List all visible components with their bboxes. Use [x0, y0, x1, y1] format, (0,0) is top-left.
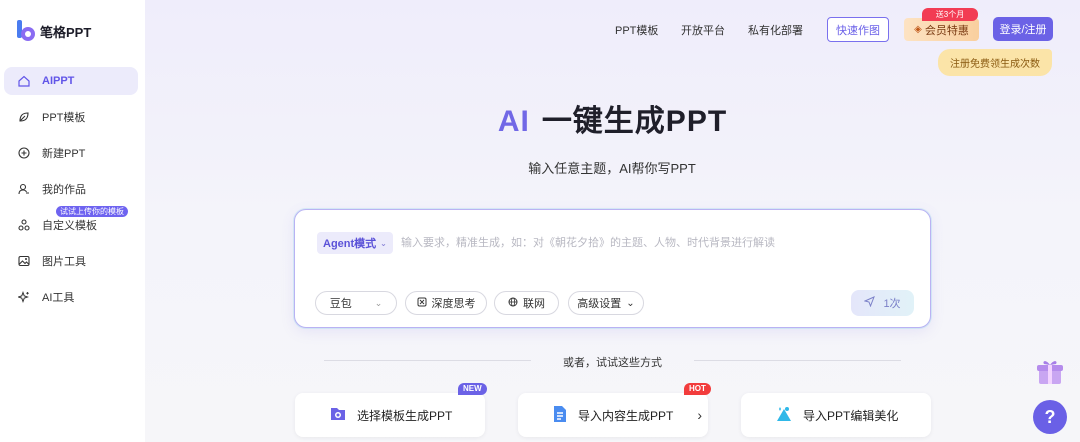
chevron-right-icon: ›: [697, 407, 703, 423]
option-label: 选择模板生成PPT: [357, 408, 453, 423]
sidebar-item-aippt[interactable]: AIPPT: [4, 67, 138, 95]
chevron-down-icon: ⌄: [374, 297, 383, 308]
model-select[interactable]: 豆包 ⌄: [315, 291, 397, 315]
sidebar-item-label: 我的作品: [42, 184, 86, 196]
sidebar-item-custom-templates[interactable]: 自定义模板: [4, 211, 138, 239]
prompt-composer: Agent模式 ⌄ 豆包 ⌄ 深度思考 联网 高级设置 ⌄ 1次: [294, 209, 931, 328]
sidebar-item-label: 图片工具: [42, 256, 86, 268]
prompt-input[interactable]: [401, 232, 901, 254]
hero-title-rest: 一键生成PPT: [541, 105, 728, 138]
sidebar-item-label: AIPPT: [42, 75, 75, 87]
brand-logo-icon: [17, 20, 35, 41]
divider-left: [324, 360, 531, 361]
sidebar-item-ai-tools[interactable]: AI工具: [4, 283, 138, 311]
deep-think-label: 深度思考: [431, 298, 476, 310]
send-button[interactable]: 1次: [851, 290, 914, 316]
image-icon: [18, 255, 30, 267]
hero-title: AI 一键生成PPT: [0, 96, 1080, 140]
header-link-ppt-templates[interactable]: PPT模板: [615, 22, 658, 38]
member-offer-label: 会员特惠: [924, 24, 969, 37]
sidebar-item-new-ppt[interactable]: 新建PPT: [4, 139, 138, 167]
globe-icon: [508, 297, 518, 310]
quick-design-button[interactable]: 快速作图: [827, 17, 889, 42]
alternatives-label: 或者，试试这些方式: [563, 357, 662, 369]
new-badge: NEW: [458, 383, 487, 395]
template-icon: [329, 405, 347, 426]
deep-think-icon: [417, 297, 427, 310]
hot-badge: HOT: [684, 383, 711, 395]
option-label: 导入PPT编辑美化: [803, 408, 899, 423]
agent-mode-label: Agent模式: [323, 238, 377, 250]
basket-icon: ◈: [914, 24, 922, 35]
deep-think-toggle[interactable]: 深度思考: [405, 291, 487, 315]
option-import-ppt-beautify[interactable]: 导入PPT编辑美化: [741, 393, 931, 437]
plus-circle-icon: [18, 147, 30, 159]
sidebar: 笔格PPT AIPPT PPT模板 新建PPT 我的作品 试试上传你的模板 自定…: [0, 0, 145, 442]
hero-title-ai: AI: [497, 105, 530, 138]
divider-right: [694, 360, 901, 361]
sidebar-item-label: 自定义模板: [42, 220, 97, 232]
option-template-generate[interactable]: 选择模板生成PPT: [295, 393, 485, 437]
home-icon: [18, 75, 30, 87]
send-icon: [863, 296, 876, 310]
sidebar-item-my-works[interactable]: 我的作品: [4, 175, 138, 203]
sparkle-icon: [18, 291, 30, 303]
model-select-label: 豆包: [329, 298, 352, 310]
send-count: 1次: [883, 298, 901, 310]
web-search-label: 联网: [523, 298, 545, 310]
sidebar-item-label: AI工具: [42, 292, 75, 304]
header-link-private-deploy[interactable]: 私有化部署: [748, 22, 803, 38]
member-offer-badge: 送3个月: [922, 8, 978, 21]
chevron-down-icon: ⌄: [380, 238, 387, 248]
advanced-settings-select[interactable]: 高级设置 ⌄: [568, 291, 644, 315]
option-label: 导入内容生成PPT: [578, 408, 674, 423]
brand-name: 笔格PPT: [40, 24, 92, 40]
web-search-toggle[interactable]: 联网: [494, 291, 559, 315]
agent-mode-select[interactable]: Agent模式 ⌄: [317, 232, 393, 254]
header-link-open-platform[interactable]: 开放平台: [681, 22, 725, 38]
brand-logo[interactable]: 笔格PPT: [16, 20, 91, 42]
help-button[interactable]: ?: [1033, 400, 1067, 434]
advanced-settings-label: 高级设置: [577, 298, 622, 310]
document-icon: [552, 405, 568, 426]
user-doc-icon: [18, 183, 30, 195]
magic-icon: [775, 405, 793, 426]
option-import-content[interactable]: 导入内容生成PPT ›: [518, 393, 708, 437]
chevron-down-icon: ⌄: [626, 297, 635, 309]
shapes-icon: [18, 219, 30, 231]
register-bonus-tip: 注册免费领生成次数: [938, 49, 1052, 76]
login-register-button[interactable]: 登录/注册: [993, 17, 1053, 41]
sidebar-item-image-tools[interactable]: 图片工具: [4, 247, 138, 275]
gift-icon[interactable]: [1034, 357, 1066, 387]
hero-subtitle: 输入任意主题，AI帮你写PPT: [528, 161, 696, 176]
member-offer-button[interactable]: ◈ 会员特惠: [904, 18, 979, 41]
sidebar-item-label: 新建PPT: [42, 148, 86, 160]
